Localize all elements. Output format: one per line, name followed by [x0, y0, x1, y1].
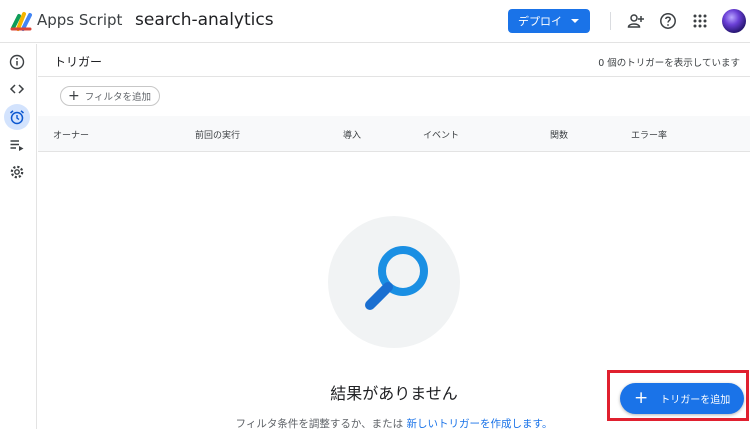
info-icon	[9, 54, 25, 70]
app-name[interactable]: Apps Script	[37, 11, 122, 29]
sidebar-item-editor[interactable]	[4, 76, 30, 102]
apps-script-logo[interactable]	[10, 10, 34, 32]
column-header-function[interactable]: 関数	[550, 128, 568, 141]
page-title: トリガー	[54, 55, 103, 69]
sidebar-item-executions[interactable]	[4, 132, 30, 158]
add-trigger-label: トリガーを追加	[660, 395, 731, 406]
plus-icon: +	[68, 88, 80, 104]
list-run-icon	[10, 140, 24, 151]
plus-icon: +	[634, 388, 649, 408]
add-trigger-button[interactable]: + トリガーを追加	[620, 383, 744, 414]
divider	[610, 12, 611, 30]
sidebar	[0, 44, 37, 429]
sidebar-item-overview[interactable]	[4, 49, 30, 75]
add-user-icon[interactable]	[626, 11, 646, 31]
table-header: オーナー 前回の実行 導入 イベント 関数 エラー率	[38, 116, 750, 152]
deploy-button[interactable]: デプロイ	[508, 9, 590, 33]
empty-state-message-prefix: フィルタ条件を調整するか、または	[235, 418, 404, 429]
top-bar: Apps Script search-analytics デプロイ	[0, 0, 750, 43]
code-icon	[9, 84, 25, 94]
column-header-owner[interactable]: オーナー	[53, 128, 89, 141]
column-header-deployment[interactable]: 導入	[343, 128, 361, 141]
project-name[interactable]: search-analytics	[135, 10, 274, 30]
divider	[38, 76, 750, 77]
add-filter-label: フィルタを追加	[84, 92, 152, 103]
apps-grid-icon[interactable]	[690, 11, 710, 31]
help-icon[interactable]	[658, 11, 678, 31]
gear-icon	[10, 165, 24, 179]
empty-state-illustration	[328, 216, 460, 348]
add-filter-chip[interactable]: + フィルタを追加	[60, 86, 160, 106]
column-header-last-run[interactable]: 前回の実行	[195, 128, 240, 141]
create-trigger-link[interactable]: 新しいトリガーを作成します	[406, 418, 541, 429]
alarm-clock-icon	[10, 110, 24, 125]
sidebar-item-settings[interactable]	[4, 159, 30, 185]
column-header-error-rate[interactable]: エラー率	[631, 128, 667, 141]
chevron-down-icon	[571, 19, 579, 23]
empty-state-message-suffix: 。	[541, 418, 553, 429]
magnifier-icon	[365, 246, 428, 310]
sidebar-item-triggers[interactable]	[4, 104, 30, 130]
column-header-event[interactable]: イベント	[423, 128, 459, 141]
avatar[interactable]	[722, 9, 746, 33]
deploy-button-label: デプロイ	[518, 15, 562, 28]
trigger-count-text: 0 個のトリガーを表示しています	[598, 58, 740, 69]
